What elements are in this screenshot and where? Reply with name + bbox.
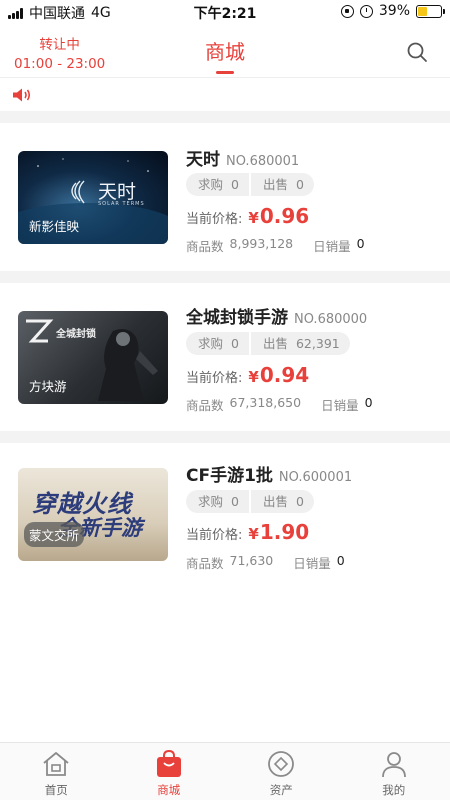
shopping-bag-icon (156, 749, 181, 777)
sell-count: 0 (295, 494, 304, 509)
daily-sales-label: 日销量 (293, 556, 331, 571)
title-underline (216, 71, 234, 74)
buy-orders-pill[interactable]: 求购 0 (186, 173, 249, 196)
price-label: 当前价格: (186, 528, 243, 543)
sell-orders-pill[interactable]: 出售 0 (250, 490, 314, 513)
announcement-bar[interactable] (0, 79, 450, 111)
price-label: 当前价格: (186, 212, 243, 227)
buy-label: 求购 (198, 336, 224, 351)
header: 转让中 01:00 - 23:00 商城 (0, 24, 450, 78)
buy-count: 0 (231, 177, 239, 192)
tab-label: 首页 (44, 783, 68, 797)
product-no: NO.680001 (226, 154, 300, 169)
speaker-icon (13, 88, 31, 102)
product-no: NO.600001 (278, 470, 353, 485)
buy-label: 求购 (198, 494, 224, 509)
tab-label: 商城 (157, 783, 181, 797)
quantity-value: 67,318,650 (229, 395, 302, 410)
tab-profile[interactable]: 我的 (338, 743, 450, 800)
buy-count: 0 (231, 494, 239, 509)
quantity-label: 商品数 (186, 239, 224, 254)
current-price: ¥1.90 (248, 520, 309, 544)
current-price: ¥0.94 (248, 363, 309, 387)
buy-orders-pill[interactable]: 求购 0 (186, 490, 249, 513)
price-value: 0.96 (259, 204, 310, 228)
daily-sales-label: 日销量 (313, 239, 351, 254)
sell-orders-pill[interactable]: 出售 62,391 (250, 332, 350, 355)
thumb-logo-sub: SOLAR TERMS (98, 201, 145, 207)
product-name: 天时 (186, 150, 220, 170)
sell-orders-pill[interactable]: 出售 0 (250, 173, 314, 196)
product-name: CF手游1批 (186, 466, 273, 486)
tab-mall[interactable]: 商城 (113, 743, 226, 800)
product-card[interactable]: 穿越火线 全新手游 蒙文交所 CF手游1批 NO.600001 求购 0 出售 0 当… (0, 443, 450, 591)
product-name-row: 全城封锁手游 NO.680000 (186, 303, 367, 328)
product-name-row: CF手游1批 NO.600001 (186, 461, 352, 486)
product-thumbnail: 全城封锁 方块游 (18, 311, 168, 404)
sell-label: 出售 (262, 494, 288, 509)
product-no: NO.680000 (294, 312, 368, 327)
thumb-tag: 新影佳映 (29, 219, 80, 234)
battery-icon (416, 4, 445, 18)
thumb-tag: 蒙文交所 (24, 522, 85, 547)
product-card[interactable]: 天时 SOLAR TERMS 新影佳映 天时 NO.680001 求购 0 出售 0 … (0, 123, 450, 271)
rotation-lock-icon (340, 4, 354, 18)
quantity-value: 71,630 (229, 553, 274, 568)
price-label: 当前价格: (186, 371, 243, 386)
thumb-logo: 全城封锁 (56, 329, 96, 340)
price-value: 0.94 (259, 363, 310, 387)
daily-sales-value: 0 (364, 395, 373, 410)
buy-label: 求购 (198, 177, 224, 192)
currency-symbol: ¥ (248, 525, 259, 543)
search-icon (407, 42, 427, 62)
search-button[interactable] (406, 41, 428, 63)
page-title: 商城 (205, 40, 245, 64)
product-card[interactable]: 全城封锁 方块游 全城封锁手游 NO.680000 求购 0 出售 62,391 当前… (0, 283, 450, 431)
status-bar: 中国联通 4G 下午2:21 39% (0, 0, 450, 24)
product-thumbnail: 天时 SOLAR TERMS 新影佳映 (18, 151, 168, 244)
sell-label: 出售 (262, 177, 288, 192)
quantity-label: 商品数 (186, 556, 224, 571)
daily-sales-value: 0 (356, 236, 365, 251)
product-thumbnail: 穿越火线 全新手游 蒙文交所 (18, 468, 168, 561)
user-icon (381, 752, 406, 778)
sell-count: 62,391 (295, 336, 340, 351)
bottom-tab-bar: 首页 商城 资产 我的 (0, 742, 450, 800)
alarm-icon (359, 4, 373, 18)
tab-assets[interactable]: 资产 (225, 743, 338, 800)
sell-count: 0 (295, 177, 304, 192)
tab-label: 我的 (382, 783, 406, 797)
quantity-value: 8,993,128 (229, 236, 294, 251)
product-name-row: 天时 NO.680001 (186, 145, 299, 170)
currency-symbol: ¥ (248, 368, 259, 386)
tab-label: 资产 (269, 783, 293, 797)
quantity-label: 商品数 (186, 398, 224, 413)
home-icon (43, 752, 69, 776)
asset-icon (268, 751, 295, 777)
tab-home[interactable]: 首页 (0, 743, 113, 800)
product-name: 全城封锁手游 (186, 308, 288, 328)
sell-label: 出售 (262, 336, 288, 351)
currency-symbol: ¥ (248, 209, 259, 227)
buy-orders-pill[interactable]: 求购 0 (186, 332, 249, 355)
current-price: ¥0.96 (248, 204, 309, 228)
daily-sales-label: 日销量 (321, 398, 359, 413)
buy-count: 0 (231, 336, 239, 351)
price-value: 1.90 (259, 520, 310, 544)
daily-sales-value: 0 (336, 553, 345, 568)
thumb-tag: 方块游 (29, 379, 67, 394)
thumb-logo: 天时 (98, 181, 137, 203)
battery-percent: 39% (378, 3, 410, 19)
